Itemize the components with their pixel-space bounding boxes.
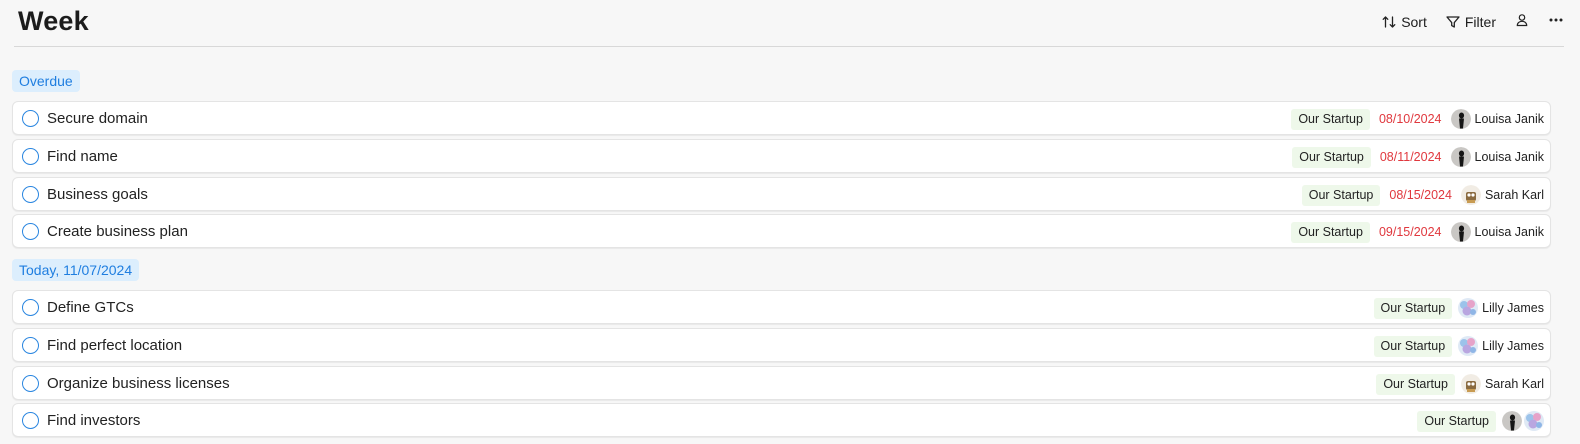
project-tag[interactable]: Our Startup: [1376, 373, 1455, 395]
assignee[interactable]: Louisa Janik: [1450, 222, 1545, 242]
avatar: [1458, 298, 1479, 318]
header-divider: [14, 46, 1564, 47]
project-tag[interactable]: Our Startup: [1301, 184, 1381, 206]
avatar: [1450, 222, 1471, 242]
task-meta: Our Startup Lilly James: [1373, 297, 1544, 319]
assignee[interactable]: Louisa Janik: [1450, 147, 1545, 167]
task-title[interactable]: Find perfect location: [47, 337, 182, 354]
assignee-name: Louisa Janik: [1474, 112, 1545, 126]
assignee[interactable]: Lilly James: [1458, 336, 1544, 356]
task-meta: Our Startup 08/10/2024 Louisa Janik: [1291, 108, 1544, 130]
sort-icon: [1381, 14, 1397, 30]
assignee[interactable]: Lilly James: [1458, 298, 1544, 318]
checkbox-circle-icon[interactable]: [22, 186, 39, 203]
avatar: [1460, 374, 1481, 394]
task-meta: Our Startup 08/11/2024 Louisa Janik: [1292, 146, 1544, 168]
project-tag[interactable]: Our Startup: [1291, 221, 1370, 243]
assignee[interactable]: Louisa Janik: [1450, 109, 1545, 129]
avatar: [1502, 411, 1522, 431]
avatar: [1450, 109, 1471, 129]
task-row[interactable]: Business goals Our Startup 08/15/2024 Sa…: [12, 177, 1551, 211]
task-title[interactable]: Organize business licenses: [47, 375, 230, 392]
assignee[interactable]: Sarah Karl: [1460, 374, 1544, 394]
avatar: [1458, 336, 1479, 356]
project-tag[interactable]: Our Startup: [1417, 410, 1496, 432]
group-label-today[interactable]: Today, 11/07/2024: [12, 259, 140, 281]
task-meta: Our Startup 08/15/2024 Sarah Karl: [1301, 184, 1544, 206]
page-header: Week Sort Filter: [0, 0, 1580, 48]
project-tag[interactable]: Our Startup: [1373, 297, 1453, 319]
project-tag[interactable]: Our Startup: [1291, 108, 1370, 130]
project-tag[interactable]: Our Startup: [1292, 146, 1371, 168]
task-title[interactable]: Business goals: [47, 186, 148, 203]
due-date[interactable]: 08/15/2024: [1386, 188, 1455, 202]
filter-button[interactable]: Filter: [1445, 14, 1496, 30]
checkbox-circle-icon[interactable]: [22, 110, 39, 127]
project-tag[interactable]: Our Startup: [1373, 335, 1453, 357]
task-row[interactable]: Define GTCs Our Startup Lilly James: [12, 290, 1551, 324]
checkbox-circle-icon[interactable]: [22, 223, 39, 240]
group-label-overdue[interactable]: Overdue: [12, 70, 80, 92]
task-meta: Our Startup 09/15/2024 Louisa Janik: [1291, 221, 1544, 243]
more-icon: [1548, 12, 1564, 33]
sort-label: Sort: [1401, 14, 1427, 30]
task-meta: Our Startup Sarah Karl: [1376, 373, 1544, 395]
page-title: Week: [18, 6, 89, 36]
task-meta: Our Startup: [1417, 410, 1544, 432]
task-title[interactable]: Create business plan: [47, 223, 188, 240]
checkbox-circle-icon[interactable]: [22, 337, 39, 354]
checkbox-circle-icon[interactable]: [22, 148, 39, 165]
assignee[interactable]: Sarah Karl: [1460, 185, 1544, 205]
assignee-name: Sarah Karl: [1484, 188, 1544, 202]
due-date[interactable]: 08/10/2024: [1376, 112, 1445, 126]
avatar: [1460, 185, 1481, 205]
assignee-name: Sarah Karl: [1484, 377, 1544, 391]
assignee-filter-button[interactable]: [1514, 12, 1530, 33]
task-title[interactable]: Secure domain: [47, 110, 148, 127]
task-row[interactable]: Create business plan Our Startup 09/15/2…: [12, 214, 1551, 248]
assignee-avatars[interactable]: [1502, 411, 1544, 431]
checkbox-circle-icon[interactable]: [22, 375, 39, 392]
task-meta: Our Startup Lilly James: [1373, 335, 1544, 357]
due-date[interactable]: 09/15/2024: [1376, 225, 1445, 239]
task-row[interactable]: Secure domain Our Startup 08/10/2024 Lou…: [12, 101, 1551, 135]
person-icon: [1514, 12, 1530, 33]
task-row[interactable]: Organize business licenses Our Startup S…: [12, 366, 1551, 400]
assignee-name: Lilly James: [1482, 339, 1544, 353]
toolbar: Sort Filter: [1381, 10, 1564, 34]
task-row[interactable]: Find investors Our Startup: [12, 403, 1551, 437]
more-options-button[interactable]: [1548, 12, 1564, 33]
sort-button[interactable]: Sort: [1381, 14, 1427, 30]
task-title[interactable]: Define GTCs: [47, 299, 134, 316]
avatar: [1524, 411, 1544, 431]
checkbox-circle-icon[interactable]: [22, 412, 39, 429]
filter-icon: [1445, 14, 1461, 30]
assignee-name: Louisa Janik: [1474, 150, 1545, 164]
task-row[interactable]: Find name Our Startup 08/11/2024 Louisa …: [12, 139, 1551, 173]
avatar: [1450, 147, 1471, 167]
assignee-name: Louisa Janik: [1474, 225, 1545, 239]
filter-label: Filter: [1464, 14, 1496, 30]
task-title[interactable]: Find name: [47, 148, 118, 165]
due-date[interactable]: 08/11/2024: [1377, 150, 1445, 164]
assignee-name: Lilly James: [1482, 301, 1544, 315]
checkbox-circle-icon[interactable]: [22, 299, 39, 316]
task-title[interactable]: Find investors: [47, 412, 140, 429]
task-row[interactable]: Find perfect location Our Startup Lilly …: [12, 328, 1551, 362]
